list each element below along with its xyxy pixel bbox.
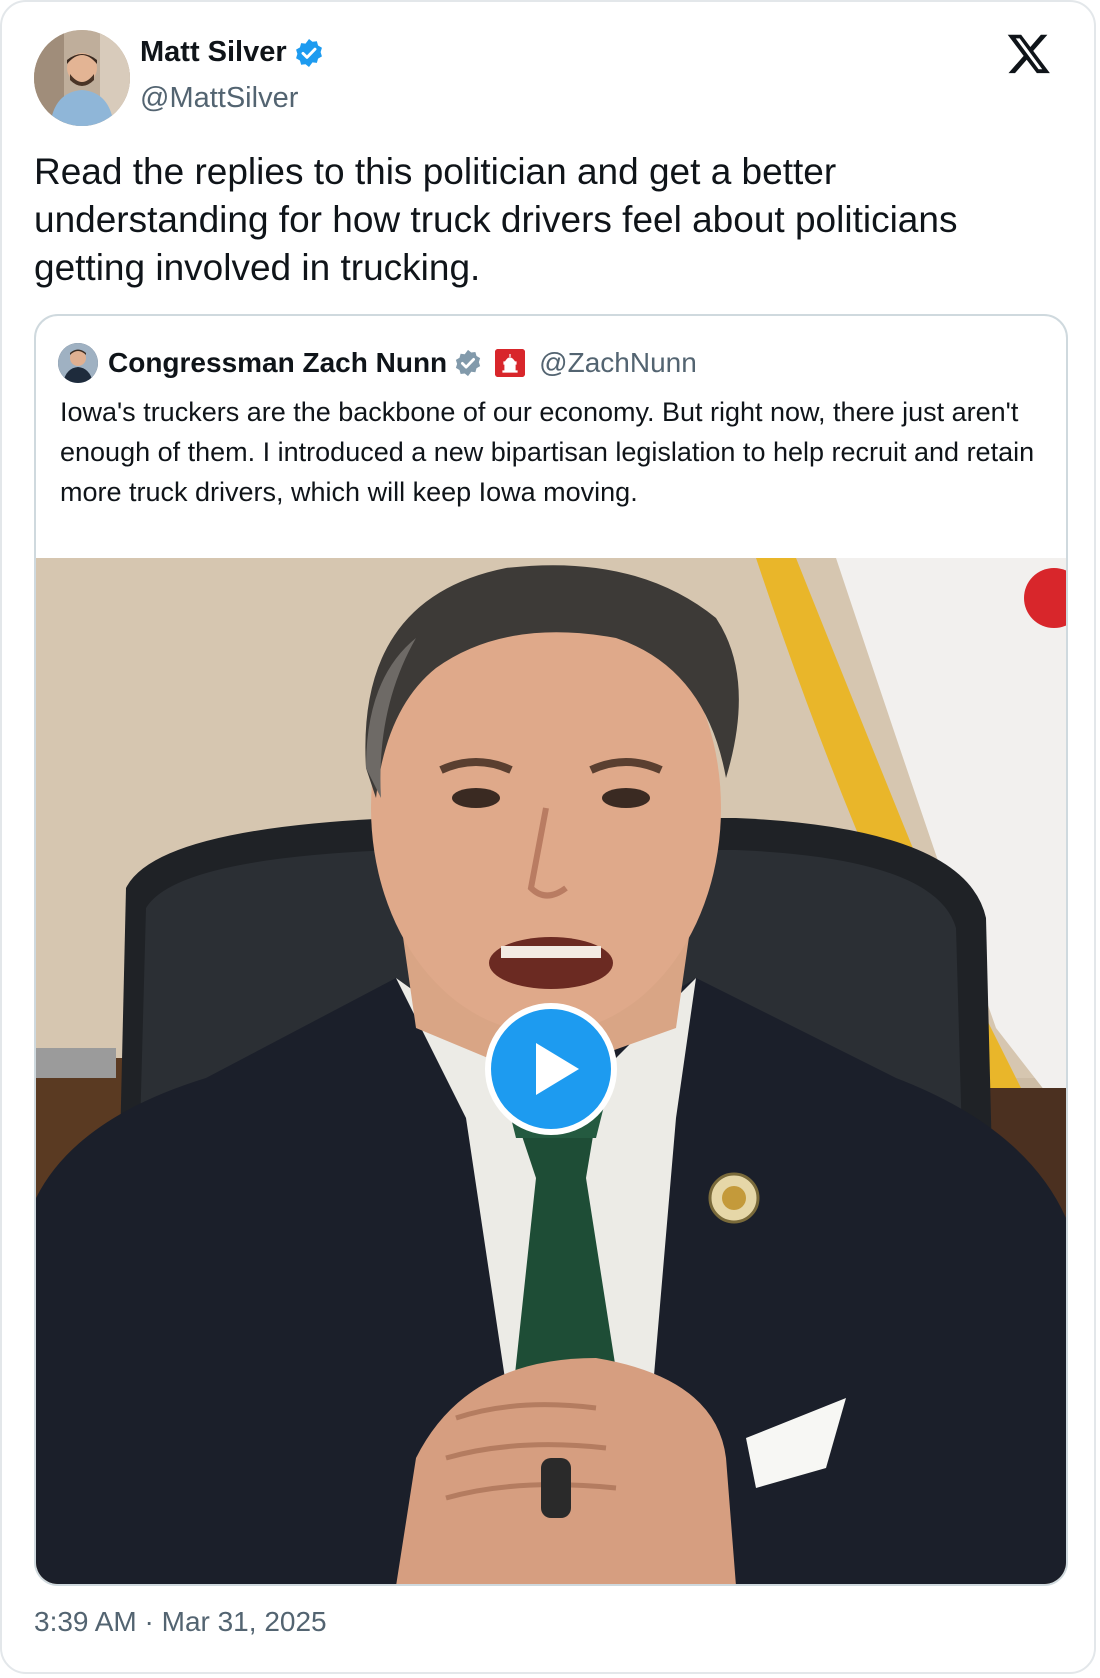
quoted-tweet-header: Congressman Zach Nunn @ZachNunn <box>58 342 697 384</box>
quoted-author-avatar[interactable] <box>58 343 98 383</box>
tweet-card: Matt Silver @MattSilver Read the replies… <box>0 0 1096 1674</box>
quoted-tweet-text: Iowa's truckers are the backbone of our … <box>60 397 1035 507</box>
tweet-timestamp[interactable]: 3:39 AM · Mar 31, 2025 <box>34 1606 327 1638</box>
author-avatar[interactable] <box>34 30 130 126</box>
author-handle[interactable]: @MattSilver <box>140 82 298 115</box>
capitol-affiliation-badge-icon[interactable] <box>495 349 526 377</box>
video-thumbnail[interactable] <box>36 558 1066 1584</box>
play-icon <box>536 1043 579 1095</box>
author-name[interactable]: Matt Silver <box>140 36 287 69</box>
quoted-author-handle[interactable]: @ZachNunn <box>539 347 697 379</box>
verified-badge-icon <box>293 37 325 69</box>
tweet-header: Matt Silver @MattSilver <box>34 30 1064 126</box>
x-logo-icon[interactable] <box>1006 30 1052 76</box>
quoted-tweet[interactable]: Congressman Zach Nunn @ZachNunn Iowa's t… <box>34 314 1068 1586</box>
author-name-row: Matt Silver <box>140 36 325 69</box>
quoted-author-name[interactable]: Congressman Zach Nunn <box>108 347 447 379</box>
tweet-text: Read the replies to this politician and … <box>34 151 958 288</box>
gov-verified-badge-icon <box>453 348 483 378</box>
play-button[interactable] <box>485 1003 617 1135</box>
